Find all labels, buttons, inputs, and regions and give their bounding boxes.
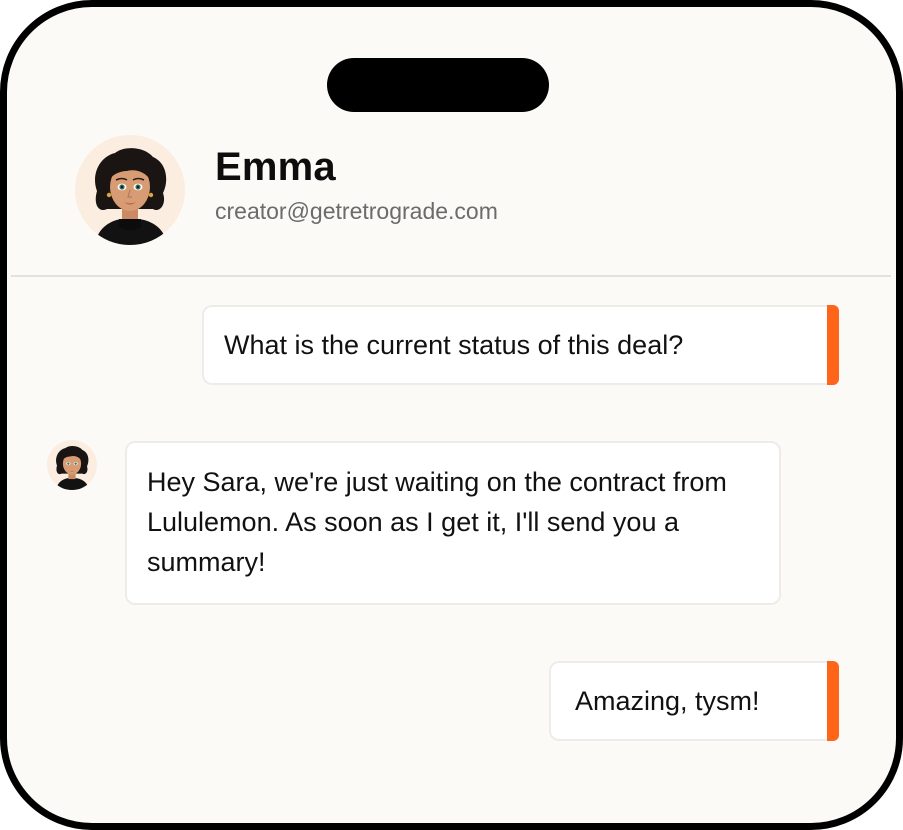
- header-divider: [11, 275, 891, 277]
- sender-avatar[interactable]: [47, 440, 97, 490]
- message-text: What is the current status of this deal?: [224, 330, 684, 360]
- incoming-message-bubble[interactable]: Hey Sara, we're just waiting on the cont…: [125, 441, 781, 605]
- outgoing-message-bubble[interactable]: What is the current status of this deal?: [202, 305, 839, 385]
- woman-portrait-avatar-icon: [47, 440, 97, 490]
- dynamic-island: [327, 58, 549, 112]
- woman-portrait-avatar-icon: [75, 135, 185, 245]
- contact-avatar[interactable]: [75, 135, 185, 245]
- outgoing-message-bubble[interactable]: Amazing, tysm!: [549, 661, 839, 741]
- phone-frame: Emma creator@getretrograde.com What is t…: [0, 0, 903, 830]
- message-text: Amazing, tysm!: [575, 686, 760, 716]
- contact-email: creator@getretrograde.com: [215, 198, 498, 224]
- message-text: Hey Sara, we're just waiting on the cont…: [147, 467, 727, 577]
- contact-name: Emma: [215, 145, 336, 189]
